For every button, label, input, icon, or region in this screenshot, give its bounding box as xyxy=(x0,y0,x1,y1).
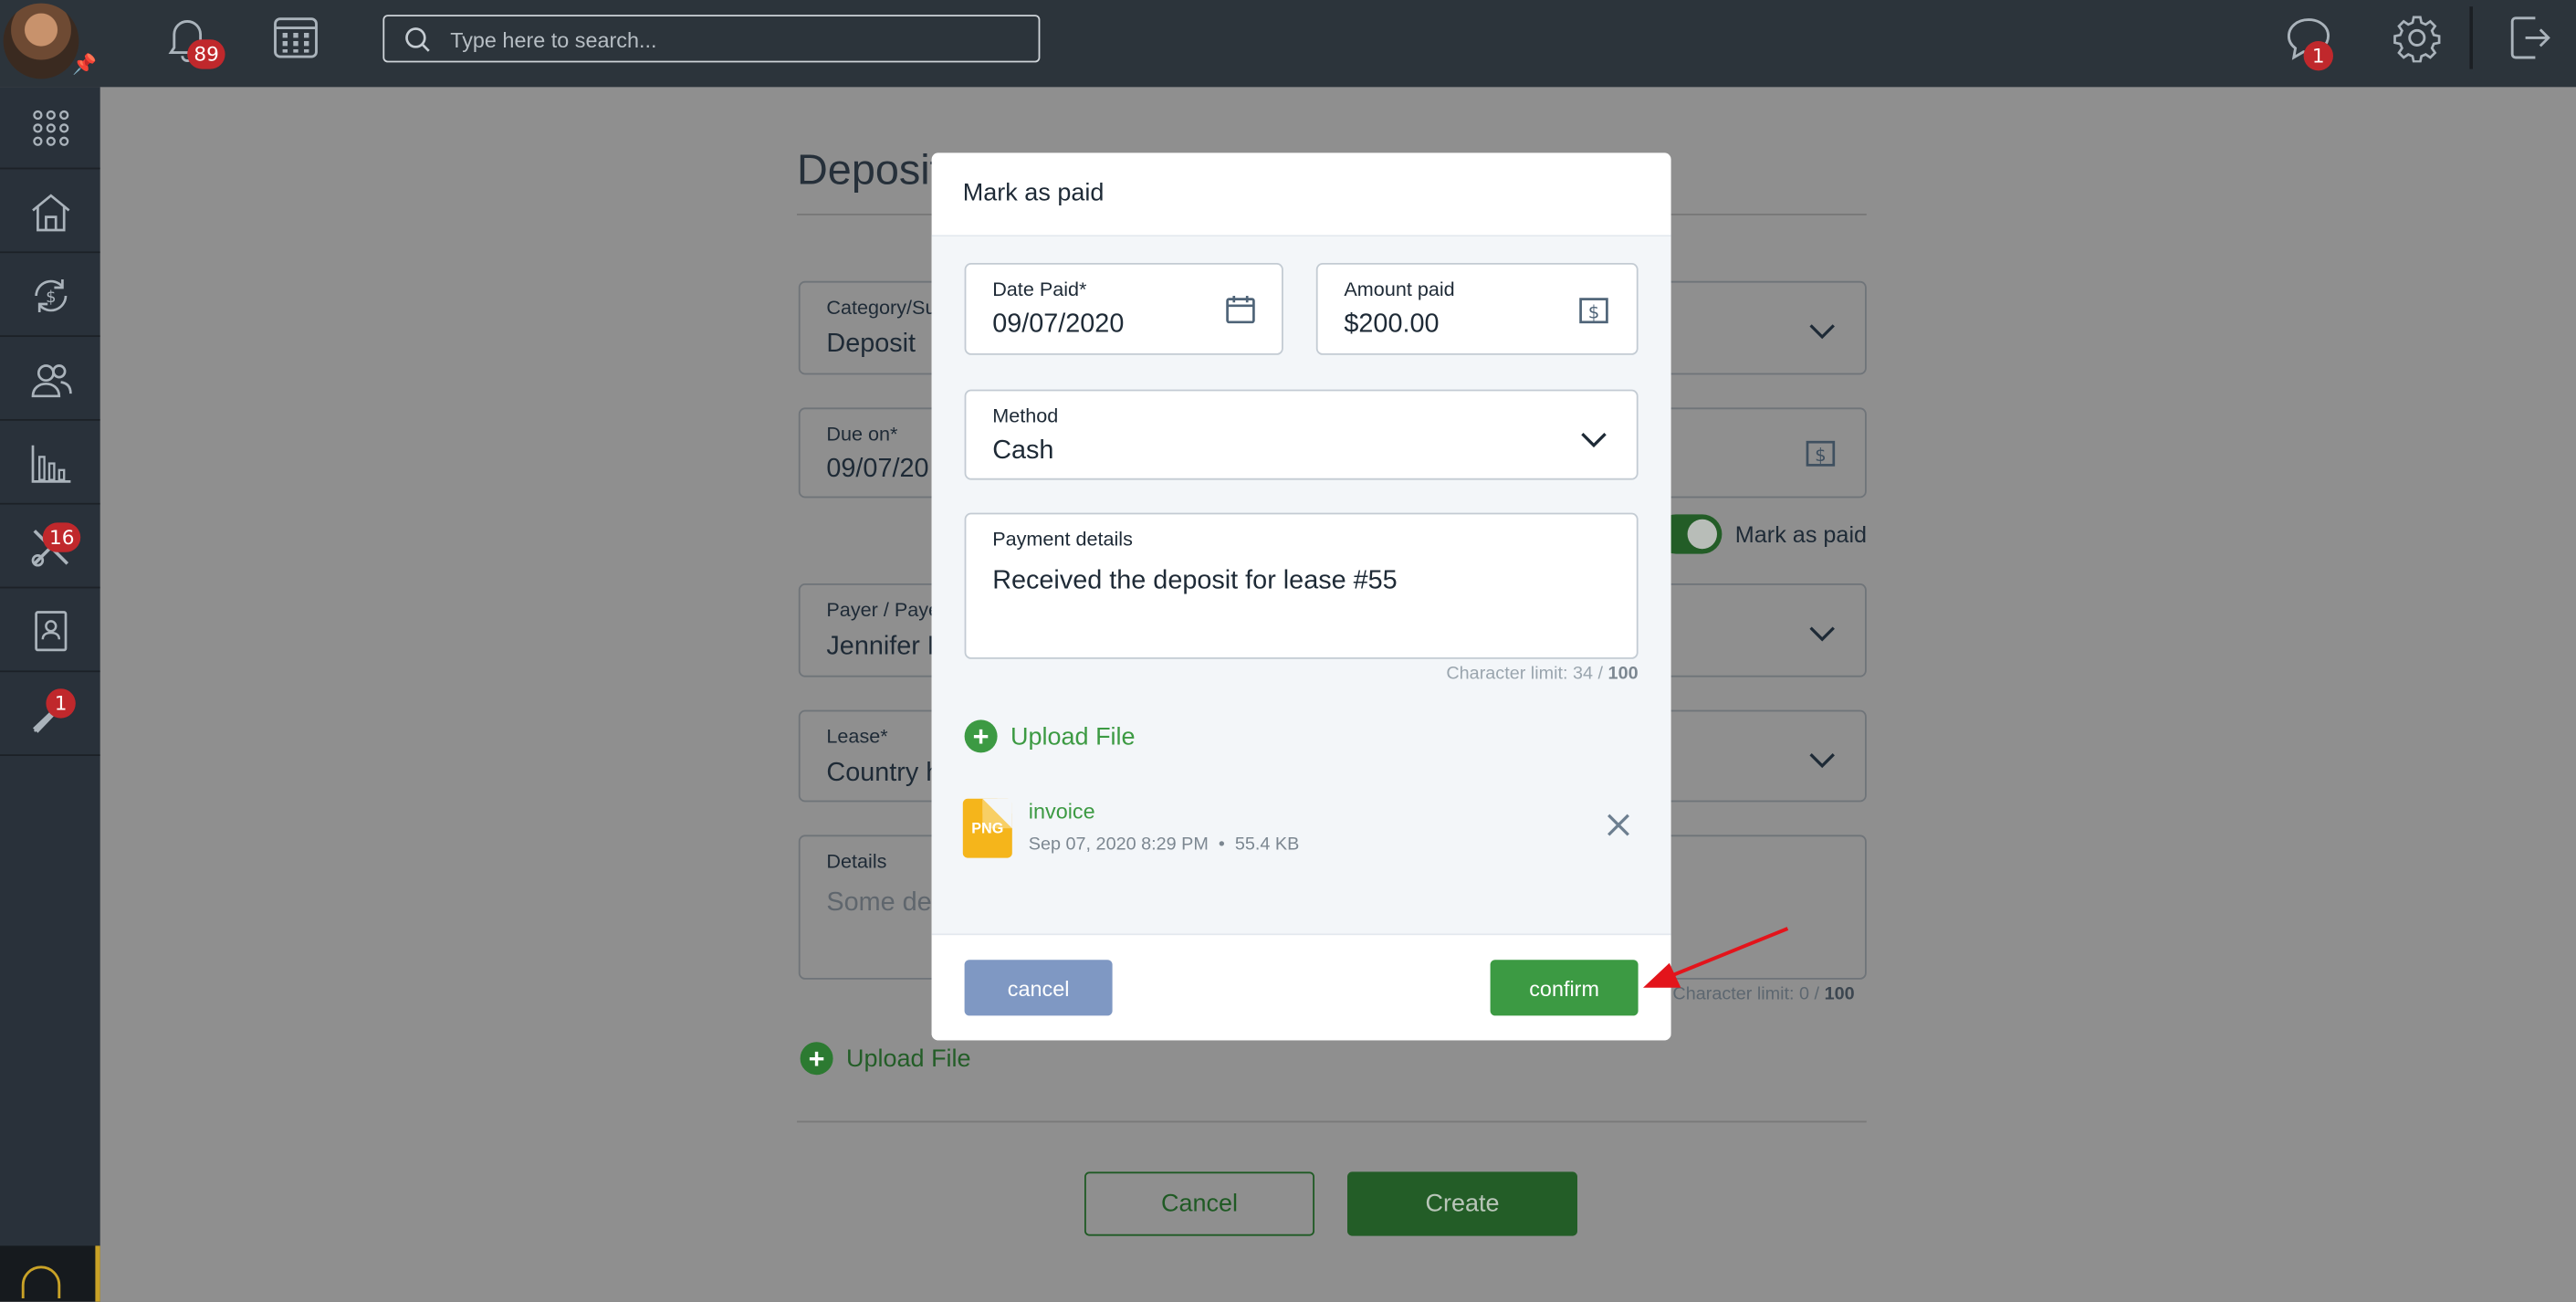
file-type-label: PNG xyxy=(971,820,1004,837)
file-name[interactable]: invoice xyxy=(1029,799,1095,824)
sidebar-item-transactions[interactable]: $ xyxy=(0,255,100,337)
people-icon xyxy=(30,363,71,397)
settings-button[interactable] xyxy=(2393,13,2442,63)
form-divider xyxy=(797,1120,1867,1123)
pin-icon[interactable]: 📌 xyxy=(72,53,97,76)
plus-circle-icon: + xyxy=(800,1042,833,1076)
date-paid-label: Date Paid* xyxy=(992,278,1087,301)
gear-icon xyxy=(2393,16,2441,63)
search-icon xyxy=(405,27,430,52)
form-create-button[interactable]: Create xyxy=(1347,1171,1577,1236)
chevron-down-icon xyxy=(1809,626,1835,642)
sidebar-item-documents[interactable] xyxy=(0,590,100,673)
messages-button[interactable]: 1 xyxy=(2284,15,2333,71)
sidebar-item-reports[interactable] xyxy=(0,423,100,505)
svg-text:$: $ xyxy=(45,287,55,306)
calendar-grid-icon xyxy=(274,17,318,58)
upload-file-link[interactable]: + Upload File xyxy=(964,719,1136,753)
calendar-button[interactable] xyxy=(273,15,319,60)
money-cycle-icon: $ xyxy=(34,278,67,312)
png-file-icon: PNG xyxy=(962,798,1012,858)
amount-paid-label: Amount paid xyxy=(1344,278,1455,301)
house-icon xyxy=(31,193,69,231)
topbar-divider xyxy=(2469,6,2473,69)
calendar-icon[interactable] xyxy=(1226,294,1255,324)
mark-as-paid-dialog: Mark as paid Date Paid* 09/07/2020 Amoun… xyxy=(931,152,1671,1041)
category-label: Category/Su xyxy=(826,296,937,320)
file-size: 55.4 KB xyxy=(1234,835,1300,855)
file-date: Sep 07, 2020 8:29 PM xyxy=(1028,835,1209,855)
amount-paid-value[interactable]: $200.00 xyxy=(1344,310,1541,340)
dollar-icon: $ xyxy=(1806,440,1836,467)
due-label: Due on* xyxy=(826,422,898,446)
svg-text:$: $ xyxy=(1588,301,1600,322)
dollar-icon: $ xyxy=(1579,298,1608,324)
logout-icon xyxy=(2510,16,2550,59)
method-select[interactable]: Method Cash xyxy=(964,389,1639,480)
tools-badge: 1 xyxy=(46,688,76,719)
dialog-title: Mark as paid xyxy=(962,179,1105,207)
upload-file-link[interactable]: + Upload File xyxy=(800,1042,971,1076)
plus-circle-icon: + xyxy=(964,719,998,753)
apps-grid-icon xyxy=(32,109,68,146)
form-cancel-button[interactable]: Cancel xyxy=(1084,1171,1314,1236)
payment-details-value[interactable]: Received the deposit for lease #55 xyxy=(992,567,1617,596)
amount-paid-field[interactable]: Amount paid $200.00 $ xyxy=(1315,263,1639,355)
search-input[interactable] xyxy=(450,23,1010,57)
file-meta: Sep 07, 2020 8:29 PM • 55.4 KB xyxy=(1029,835,1299,855)
app-root: 📌 89 Type here to search... 1 $ 16 1 Dep… xyxy=(0,0,2576,1302)
file-meta-separator: • xyxy=(1218,835,1225,855)
payment-details-char-limit: Character limit: 34 / 100 xyxy=(1446,664,1639,684)
sidebar-item-maintenance[interactable]: 16 xyxy=(0,506,100,589)
annotation-arrow-icon xyxy=(1643,927,1789,988)
details-label: Details xyxy=(826,849,887,873)
headset-icon xyxy=(21,1265,61,1298)
chevron-down-icon xyxy=(1809,324,1835,340)
chevron-down-icon xyxy=(1809,753,1835,769)
bar-chart-icon xyxy=(30,444,70,482)
lease-label: Lease* xyxy=(826,724,888,748)
payer-value: Jennifer F xyxy=(826,633,944,661)
dialog-header: Mark as paid xyxy=(931,152,1671,237)
search-box[interactable] xyxy=(382,15,1041,63)
svg-text:$: $ xyxy=(1815,445,1827,466)
due-value: 09/07/20 xyxy=(826,455,929,484)
sidebar-item-properties[interactable] xyxy=(0,171,100,254)
details-placeholder: Some de xyxy=(826,888,932,918)
lease-value: Country h xyxy=(826,759,941,788)
mark-as-paid-label: Mark as paid xyxy=(1734,520,1868,548)
sidebar-item-contacts[interactable] xyxy=(0,339,100,421)
payment-details-label: Payment details xyxy=(992,527,1133,551)
chevron-down-icon xyxy=(1581,433,1607,448)
support-button[interactable] xyxy=(0,1245,100,1302)
sidebar-item-apps[interactable] xyxy=(0,87,100,170)
category-value: Deposit xyxy=(826,330,916,359)
upload-file-label: Upload File xyxy=(1011,722,1136,751)
close-icon[interactable] xyxy=(1604,810,1633,839)
cancel-button[interactable]: cancel xyxy=(964,960,1113,1016)
payment-details-field[interactable]: Payment details Received the deposit for… xyxy=(964,512,1639,659)
payer-label: Payer / Paye xyxy=(826,598,940,622)
notifications-badge: 89 xyxy=(187,39,226,69)
user-avatar[interactable] xyxy=(3,3,79,79)
date-paid-value[interactable]: 09/07/2020 xyxy=(992,310,1189,340)
sidebar-item-tools[interactable]: 1 xyxy=(0,674,100,756)
page-title: Deposit xyxy=(797,144,942,194)
method-label: Method xyxy=(992,404,1059,427)
top-bar: 📌 89 Type here to search... 1 xyxy=(0,0,2576,88)
upload-file-label: Upload File xyxy=(846,1044,971,1073)
logout-button[interactable] xyxy=(2508,13,2553,62)
sidebar: $ 16 1 xyxy=(0,87,100,1302)
date-paid-field[interactable]: Date Paid* 09/07/2020 xyxy=(964,263,1283,355)
messages-badge: 1 xyxy=(2303,41,2333,71)
dialog-footer: cancel confirm xyxy=(931,933,1671,1041)
contact-document-icon xyxy=(34,610,67,651)
notifications-button[interactable]: 89 xyxy=(164,13,226,69)
confirm-button[interactable]: confirm xyxy=(1490,960,1639,1016)
maintenance-badge: 16 xyxy=(42,522,81,552)
method-value: Cash xyxy=(992,436,1054,466)
